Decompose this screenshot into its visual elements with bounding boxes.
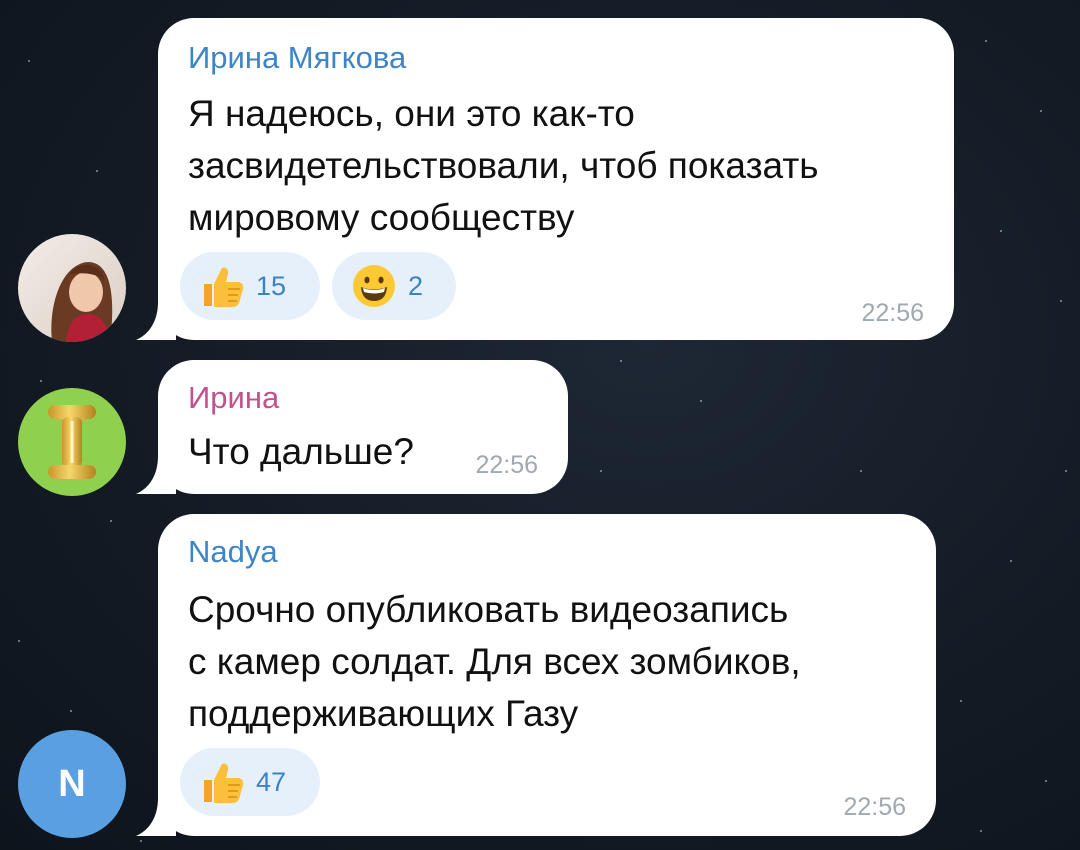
message-bubble[interactable]: Ирина Что дальше? 22:56 <box>136 360 568 494</box>
message-bubble[interactable]: Nadya Срочно опубликовать видеозапись с … <box>136 514 936 836</box>
user-photo-icon <box>18 234 126 342</box>
avatar-initial: N <box>58 762 86 805</box>
sender-name[interactable]: Ирина <box>188 380 279 416</box>
sender-name[interactable]: Nadya <box>188 534 278 570</box>
sender-name[interactable]: Ирина Мягкова <box>188 40 406 76</box>
balloon-letter-i-icon <box>48 405 96 479</box>
reaction-count: 15 <box>256 270 287 301</box>
message-time: 22:56 <box>475 451 538 479</box>
bubble-tail <box>136 798 176 836</box>
avatar[interactable]: N <box>18 730 126 838</box>
reaction-count: 2 <box>408 270 424 301</box>
reaction-thumbs-up[interactable]: 15 <box>180 252 320 320</box>
avatar[interactable] <box>18 388 126 496</box>
message-time: 22:56 <box>861 299 924 327</box>
reaction-count: 47 <box>256 766 287 797</box>
message-bubble[interactable]: Ирина Мягкова Я надеюсь, они это как-то … <box>136 18 954 340</box>
message-text: Срочно опубликовать видеозапись с камер … <box>188 589 801 734</box>
reaction-grinning[interactable]: 2 <box>332 252 456 320</box>
message-text: Что дальше? <box>188 431 414 472</box>
reaction-thumbs-up[interactable]: 47 <box>180 748 320 816</box>
message-text: Я надеюсь, они это как-то засвидетельств… <box>188 93 819 238</box>
avatar[interactable] <box>18 234 126 342</box>
thumbs-up-icon <box>204 763 244 803</box>
bubble-tail <box>136 302 176 340</box>
grinning-face-icon <box>353 265 395 307</box>
bubble-tail <box>136 456 176 494</box>
message-time: 22:56 <box>843 793 906 821</box>
thumbs-up-icon <box>204 267 244 307</box>
